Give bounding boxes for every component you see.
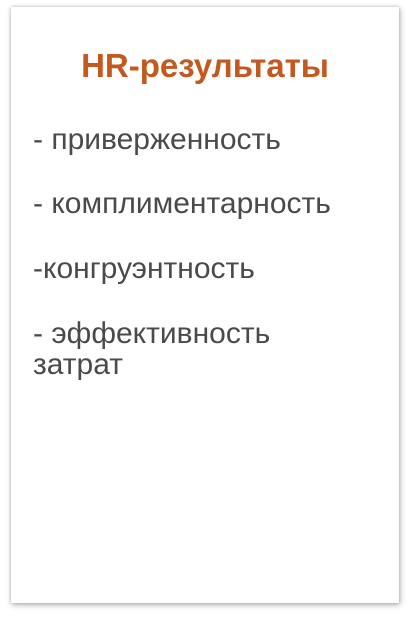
slide-title: HR-результаты (81, 47, 329, 84)
list-item-commitment: - приверженность (33, 123, 281, 156)
list-item-complementarity: - комплиментарность (33, 187, 331, 220)
list-item-congruence: -конгруэнтность (33, 252, 255, 285)
list-item-cost-effectiveness: - эффективность затрат (33, 317, 271, 381)
slide-card: HR-результаты - приверженность - комплим… (11, 7, 399, 603)
